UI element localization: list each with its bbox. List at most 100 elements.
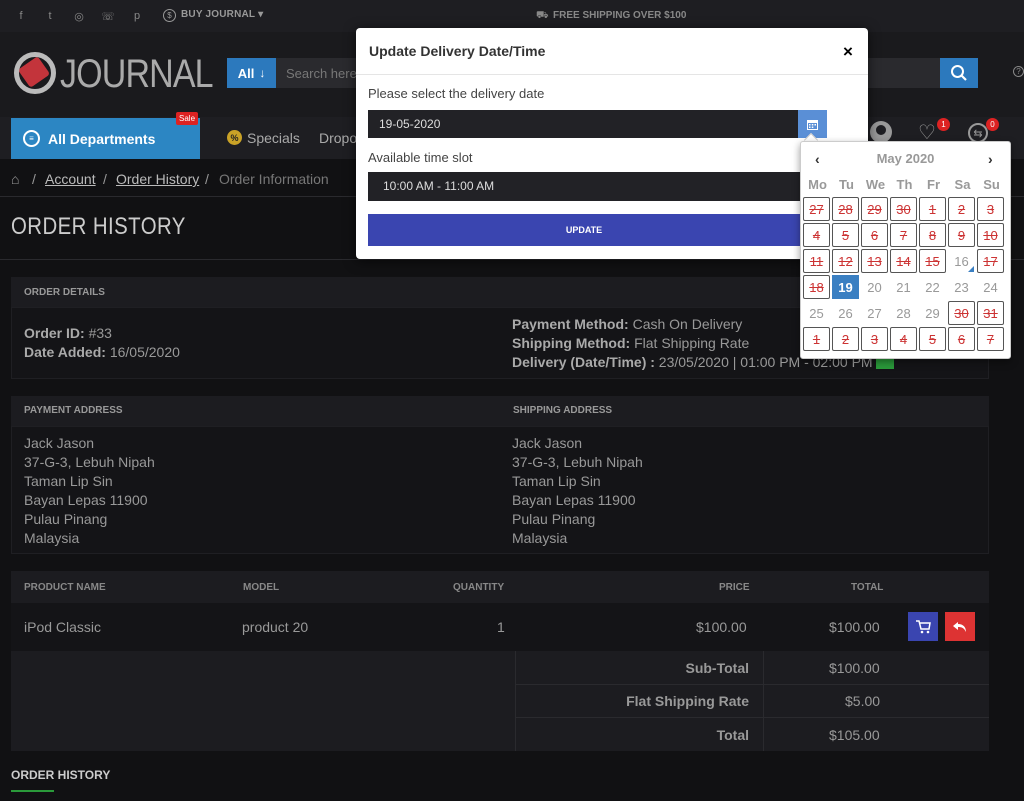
datepicker-day[interactable]: 24 — [977, 275, 1004, 299]
dollar-icon: $ — [163, 9, 176, 22]
order-details-heading-text: ORDER DETAILS — [24, 287, 105, 298]
datepicker-day[interactable]: 27 — [861, 301, 888, 325]
datepicker-day[interactable]: 26 — [832, 301, 859, 325]
date-added-label: Date Added: — [24, 344, 106, 360]
compare-badge: 0 — [986, 118, 999, 131]
update-button[interactable]: UPDATE — [368, 214, 800, 246]
datepicker-grid: 27 28 29 30 1 2 3 4 5 6 7 8 9 10 11 12 13 14 15 16 17 18 19 20 2… — [803, 197, 1004, 353]
datepicker-day[interactable]: 16 — [948, 249, 975, 273]
payment-address-line: Pulau Pinang — [24, 511, 108, 527]
all-departments-button[interactable]: ≡ All Departments — [11, 118, 200, 159]
divider — [515, 651, 516, 751]
search-button[interactable] — [940, 58, 978, 88]
datepicker-day[interactable]: 28 — [890, 301, 917, 325]
arrow-down-icon: ↓ — [259, 66, 266, 80]
datepicker-day: 18 — [803, 275, 830, 299]
truck-icon: ⛟ — [536, 10, 549, 21]
datepicker-day[interactable]: 25 — [803, 301, 830, 325]
product-name: iPod Classic — [24, 619, 102, 635]
datepicker-day: 9 — [948, 223, 975, 247]
datepicker-day: 15 — [919, 249, 946, 273]
delivery-label: Delivery (Date/Time) : — [512, 354, 655, 370]
datepicker-month[interactable]: May 2020 — [801, 151, 1010, 166]
close-icon[interactable]: × — [843, 42, 853, 62]
datepicker-day[interactable]: 22 — [919, 275, 946, 299]
weekday-row: Mo Tu We Th Fr Sa Su — [803, 177, 1006, 192]
search-icon — [951, 65, 967, 81]
caret-down-icon: ▾ — [258, 9, 264, 20]
facebook-icon[interactable]: f — [14, 9, 28, 23]
section-title: ORDER HISTORY — [11, 768, 111, 782]
datepicker-day: 5 — [919, 327, 946, 351]
date-added-value: 16/05/2020 — [109, 344, 180, 360]
breadcrumb-separator: / — [205, 171, 209, 187]
datepicker-day: 6 — [861, 223, 888, 247]
breadcrumb-order-history-link[interactable]: Order History — [116, 171, 199, 187]
menu-item-dropdown[interactable]: Dropo — [319, 130, 357, 146]
datepicker-day: 29 — [861, 197, 888, 221]
search-category-select[interactable]: All ↓ — [227, 58, 276, 88]
datepicker-day: 3 — [977, 197, 1004, 221]
shipping-address-line: Malaysia — [512, 530, 568, 546]
divider — [356, 74, 868, 75]
address-heading-row — [11, 396, 989, 426]
datepicker-day: 2 — [832, 327, 859, 351]
datepicker-day[interactable]: 29 — [919, 301, 946, 325]
shipping-method-value: Flat Shipping Rate — [634, 335, 750, 351]
twitter-icon[interactable]: t — [43, 9, 57, 23]
datepicker-day: 5 — [832, 223, 859, 247]
datepicker-week: 25 26 27 28 29 30 31 — [803, 301, 1004, 325]
datepicker-day[interactable]: 19 — [832, 275, 859, 299]
time-slot-select[interactable]: 10:00 AM - 11:00 AM — [368, 172, 800, 201]
datepicker-day: 4 — [803, 223, 830, 247]
breadcrumb-account-link[interactable]: Account — [45, 171, 96, 187]
weekday-label: Mo — [808, 177, 827, 192]
breadcrumb-account[interactable]: Account — [45, 171, 96, 187]
buy-journal-link[interactable]: BUY JOURNAL ▾ — [181, 9, 263, 20]
datepicker-day: 1 — [919, 197, 946, 221]
datepicker-week: 4 5 6 7 8 9 10 — [803, 223, 1004, 247]
shipping-address-line: Taman Lip Sin — [512, 473, 601, 489]
shipping-method: Shipping Method: Flat Shipping Rate — [512, 334, 749, 353]
edit-delivery-icon[interactable] — [876, 357, 895, 370]
shipping-address-line: Pulau Pinang — [512, 511, 596, 527]
weekday-label: Tu — [839, 177, 854, 192]
datepicker-day: 28 — [832, 197, 859, 221]
datepicker-day[interactable]: 21 — [890, 275, 917, 299]
breadcrumb-separator: / — [32, 171, 36, 187]
buy-journal-label: BUY JOURNAL — [181, 9, 256, 20]
sale-badge: Sale — [176, 112, 199, 125]
weekday-label: Su — [983, 177, 1000, 192]
home-icon[interactable]: ⌂ — [11, 171, 19, 187]
datepicker-day: 1 — [803, 327, 830, 351]
instagram-icon[interactable]: ◎ — [72, 9, 86, 23]
datepicker-day[interactable]: 20 — [861, 275, 888, 299]
datepicker-header: May 2020 ‹ › — [801, 151, 1012, 169]
account-icon[interactable] — [870, 121, 892, 143]
shipping-label: Flat Shipping Rate — [626, 693, 749, 709]
subtotal-label: Sub-Total — [685, 660, 749, 676]
logo-text[interactable]: JOURNAL — [60, 52, 214, 97]
search-category-label: All — [237, 65, 255, 81]
payment-address-line: 37-G-3, Lebuh Nipah — [24, 454, 155, 470]
weekday-label: Fr — [927, 177, 940, 192]
calendar-icon — [807, 119, 818, 130]
breadcrumb-order-history[interactable]: Order History — [116, 171, 199, 187]
datepicker-day: 17 — [977, 249, 1004, 273]
compare-icon[interactable]: ⇆ — [968, 123, 988, 143]
datepicker-day[interactable]: 23 — [948, 275, 975, 299]
percent-icon: % — [227, 130, 242, 145]
return-button[interactable] — [945, 612, 975, 641]
reorder-button[interactable] — [908, 612, 938, 641]
chevron-left-icon[interactable]: ‹ — [815, 151, 820, 167]
help-icon[interactable]: ? — [1013, 66, 1024, 77]
chevron-right-icon[interactable]: › — [988, 151, 993, 167]
logo-circle — [14, 52, 56, 94]
payment-address-line: Jack Jason — [24, 435, 95, 451]
menu-item-specials[interactable]: Specials — [247, 130, 300, 146]
whatsapp-icon[interactable]: ☏ — [101, 9, 115, 23]
reply-icon — [953, 621, 966, 632]
delivery-date-input[interactable]: 19-05-2020 — [368, 110, 798, 138]
order-id-label: Order ID: — [24, 325, 85, 341]
pinterest-icon[interactable]: p — [130, 9, 144, 23]
